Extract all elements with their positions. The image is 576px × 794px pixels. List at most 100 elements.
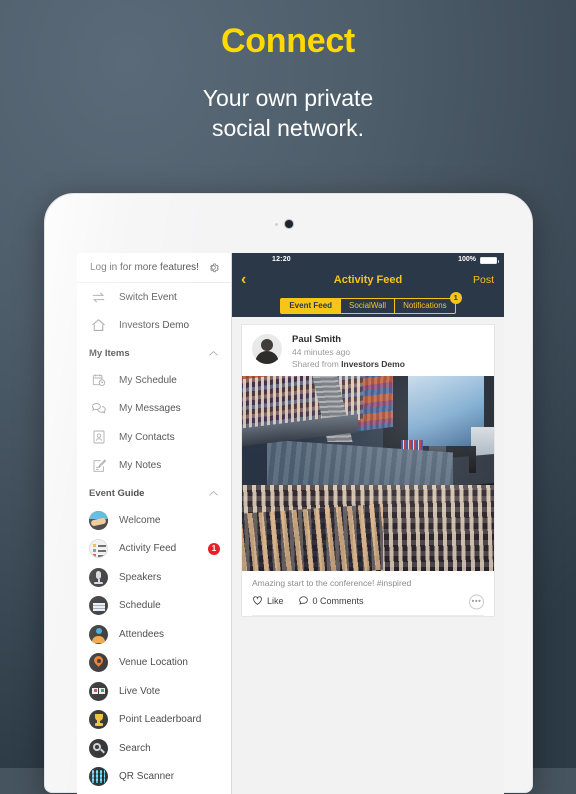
nav-title: Activity Feed — [333, 274, 403, 286]
hero-section: Connect Your own private social network. — [0, 0, 576, 144]
sidebar-item-label: Schedule — [119, 600, 161, 612]
sidebar-item-live-vote[interactable]: Live Vote — [77, 677, 231, 706]
sidebar-item-my-schedule[interactable]: My Schedule — [77, 366, 231, 395]
sidebar-item-label: Welcome — [119, 514, 161, 526]
tablet-screen: Log in for more features! Switch Event I… — [77, 253, 504, 794]
hero-subtitle: Your own private social network. — [0, 83, 576, 144]
post-image[interactable] — [242, 376, 494, 571]
sidebar-item-label: Activity Feed — [119, 543, 177, 555]
app-sidebar: Log in for more features! Switch Event I… — [77, 253, 232, 794]
chat-bubbles-icon — [89, 399, 108, 418]
sidebar-item-qr-scanner[interactable]: QR Scanner — [77, 763, 231, 792]
ellipsis-icon[interactable]: ••• — [469, 594, 484, 609]
tab-notifications-label: Notifications — [403, 300, 447, 310]
chevron-left-icon[interactable]: ‹ — [241, 272, 246, 288]
post-caption: Amazing start to the conference! #inspir… — [252, 578, 412, 588]
photo-lighting-overlay — [242, 376, 494, 571]
handshake-icon — [89, 510, 108, 530]
post-timestamp: 44 minutes ago — [292, 347, 351, 357]
sidebar-item-point-leaderboard[interactable]: Point Leaderboard — [77, 706, 231, 735]
sidebar-item-label: Speakers — [119, 571, 162, 583]
page-title: Connect — [221, 22, 355, 60]
magnifier-icon — [89, 738, 108, 758]
section-title: Event Guide — [89, 487, 145, 499]
app-navigation-bar: ‹ Activity Feed Post — [232, 266, 504, 294]
status-battery-percent: 100% — [458, 256, 476, 263]
battery-icon — [480, 257, 499, 264]
status-time: 12:20 — [272, 256, 291, 263]
tablet-device-frame: Log in for more features! Switch Event I… — [44, 193, 533, 794]
hero-subtitle-line1: Your own private — [202, 85, 374, 111]
post-header: Paul Smith 44 minutes ago Shared from In… — [242, 325, 494, 376]
microphone-icon — [89, 567, 108, 587]
sidebar-item-switch-event[interactable]: Switch Event — [77, 283, 231, 312]
sidebar-item-label: Switch Event — [119, 291, 177, 303]
sidebar-item-my-messages[interactable]: My Messages — [77, 395, 231, 424]
app-main-pane: 12:20 100% ‹ Activity Feed Post Event Fe… — [232, 253, 504, 794]
comments-button[interactable]: 0 Comments — [298, 595, 364, 606]
ballot-icon — [89, 681, 108, 701]
login-prompt-label: Log in for more features! — [90, 262, 199, 273]
sidebar-section-my-items[interactable]: My Items — [77, 340, 231, 366]
calendar-clock-icon — [89, 371, 108, 390]
sidebar-item-search[interactable]: Search — [77, 734, 231, 763]
sidebar-item-investors-demo[interactable]: Investors Demo — [77, 312, 231, 341]
unread-badge: 1 — [208, 542, 220, 555]
sidebar-item-label: Attendees — [119, 628, 165, 640]
like-label: Like — [267, 595, 284, 606]
sidebar-item-label: My Notes — [119, 460, 162, 472]
post-author[interactable]: Paul Smith — [292, 334, 405, 345]
contact-card-icon — [89, 428, 108, 447]
avatar[interactable] — [252, 334, 282, 364]
qr-code-icon — [89, 767, 108, 787]
avatar-body — [255, 351, 279, 364]
sidebar-item-label: QR Scanner — [119, 771, 175, 783]
comments-label: 0 Comments — [312, 595, 364, 606]
speech-bubble-icon — [298, 596, 308, 605]
tab-event-feed[interactable]: Event Feed — [281, 298, 342, 313]
sidebar-item-label: My Messages — [119, 403, 181, 415]
person-icon — [89, 624, 108, 644]
sidebar-item-venue-location[interactable]: Venue Location — [77, 649, 231, 678]
ios-status-bar: 12:20 100% — [232, 253, 504, 266]
sidebar-item-speakers[interactable]: Speakers — [77, 563, 231, 592]
map-pin-icon — [89, 653, 108, 673]
home-icon — [89, 316, 108, 335]
sidebar-item-activity-feed[interactable]: Activity Feed 1 — [77, 535, 231, 564]
sidebar-item-label: My Schedule — [119, 374, 177, 386]
tab-socialwall[interactable]: SocialWall — [341, 298, 396, 313]
post-meta: Paul Smith 44 minutes ago Shared from In… — [292, 334, 405, 369]
shared-source: Investors Demo — [341, 359, 405, 369]
segmented-control-wrap: Event Feed SocialWall Notifications 1 — [232, 291, 504, 317]
post-source: Shared from Investors Demo — [292, 359, 405, 369]
activity-feed-list[interactable]: Paul Smith 44 minutes ago Shared from In… — [232, 317, 504, 794]
tab-notifications[interactable]: Notifications 1 — [395, 291, 462, 313]
chevron-up-icon[interactable] — [208, 350, 219, 357]
sidebar-item-label: Search — [119, 742, 151, 754]
notifications-badge: 1 — [449, 291, 462, 304]
post-button[interactable]: Post — [473, 274, 494, 286]
sidebar-item-my-notes[interactable]: My Notes — [77, 452, 231, 481]
like-button[interactable]: Like — [252, 595, 284, 606]
sidebar-section-event-guide[interactable]: Event Guide — [77, 480, 231, 506]
post-actions: Like 0 Comments ••• — [242, 588, 494, 615]
switch-arrows-icon — [89, 288, 108, 307]
sidebar-item-attendees[interactable]: Attendees — [77, 620, 231, 649]
front-camera-icon — [284, 220, 293, 228]
sidebar-item-label: My Contacts — [119, 431, 175, 443]
sidebar-item-my-contacts[interactable]: My Contacts — [77, 423, 231, 452]
heart-icon — [253, 596, 262, 605]
sidebar-item-schedule[interactable]: Schedule — [77, 592, 231, 621]
chevron-up-icon[interactable] — [208, 490, 219, 497]
sidebar-item-welcome[interactable]: Welcome — [77, 506, 231, 535]
ambient-sensor-icon — [274, 223, 278, 226]
sidebar-header[interactable]: Log in for more features! — [77, 253, 231, 283]
post-divider — [252, 615, 484, 616]
shared-prefix: Shared from — [292, 359, 342, 369]
trophy-icon — [89, 710, 108, 730]
feed-post-card: Paul Smith 44 minutes ago Shared from In… — [241, 324, 495, 617]
gear-icon[interactable] — [207, 261, 220, 274]
list-feed-icon — [89, 539, 108, 559]
sidebar-item-label: Investors Demo — [119, 320, 190, 332]
hero-subtitle-line2: social network. — [211, 115, 365, 142]
